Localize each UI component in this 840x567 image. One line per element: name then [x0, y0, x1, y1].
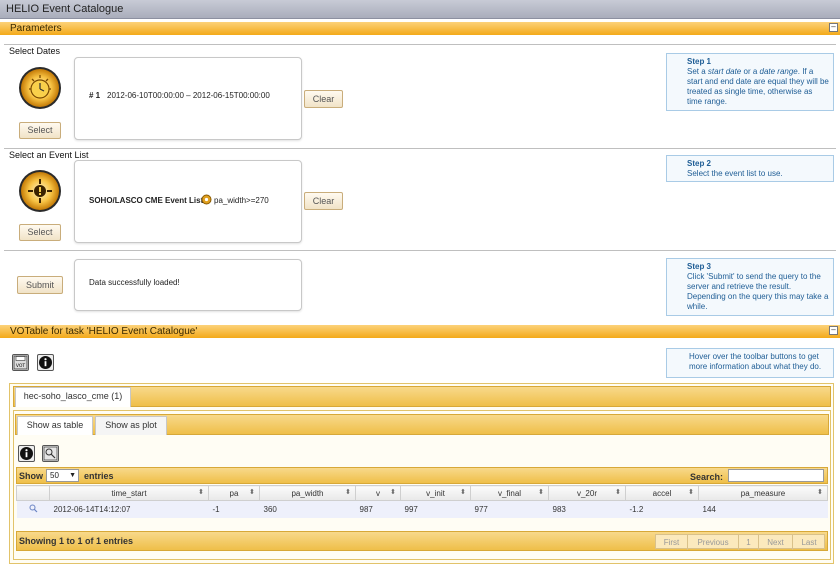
sun-event-icon: [18, 169, 62, 213]
cell-v-final: 977: [470, 500, 549, 518]
info-icon[interactable]: [37, 354, 54, 371]
divider: [4, 250, 836, 251]
cell-v-init: 997: [400, 500, 471, 518]
tab-show-as-plot[interactable]: Show as plot: [95, 416, 167, 435]
pager-next[interactable]: Next: [758, 535, 792, 550]
gear-icon[interactable]: [201, 194, 212, 205]
select-event-list-label: Select an Event List: [9, 150, 89, 160]
cell-v: 987: [355, 500, 401, 518]
cell-time-start: 2012-06-14T14:12:07: [49, 500, 209, 518]
column-header-pa-measure[interactable]: pa_measure ⬍: [698, 485, 828, 501]
clear-dates-button[interactable]: Clear: [304, 90, 343, 108]
event-list-condition: pa_width>=270: [214, 196, 269, 205]
table-info: Showing 1 to 1 of 1 entries: [19, 536, 134, 546]
parameters-section-header[interactable]: Parameters –: [0, 22, 840, 35]
data-table: time_start ⬍ pa ⬍ pa_width ⬍ v ⬍ v_init ⬍ v_f…: [16, 485, 828, 518]
select-dates-label: Select Dates: [9, 46, 61, 56]
entries-label: entries: [84, 471, 114, 481]
table-header-row: time_start ⬍ pa ⬍ pa_width ⬍ v ⬍ v_init ⬍ v_f…: [16, 485, 828, 501]
cell-pa: -1: [208, 500, 260, 518]
toolbar-hint: Hover over the toolbar buttons to get mo…: [666, 348, 834, 378]
cell-v-20r: 983: [548, 500, 626, 518]
column-header-v[interactable]: v ⬍: [355, 485, 401, 501]
entries-per-page-select[interactable]: 50 ▼: [46, 469, 79, 482]
cell-pa-measure: 144: [698, 500, 828, 518]
column-header-accel[interactable]: accel ⬍: [625, 485, 699, 501]
tab-hec-soho-lasco-cme[interactable]: hec-soho_lasco_cme (1): [15, 387, 131, 407]
column-header-action: [16, 485, 50, 501]
status-panel: Data successfully loaded!: [74, 259, 302, 311]
column-select-icon[interactable]: [42, 445, 59, 462]
submit-button[interactable]: Submit: [17, 276, 63, 294]
cell-accel: -1.2: [625, 500, 699, 518]
select-event-list-button[interactable]: Select: [19, 224, 61, 241]
event-list-name: SOHO/LASCO CME Event List: [89, 196, 204, 205]
clock-sun-icon: [18, 66, 62, 110]
vot-save-icon[interactable]: VOT: [12, 354, 29, 371]
date-entry-value: 2012-06-10T00:00:00 – 2012-06-15T00:00:0…: [107, 91, 270, 100]
step-1-help: Step 1 Set a start date or a date range.…: [666, 53, 834, 111]
column-header-pa[interactable]: pa ⬍: [208, 485, 260, 501]
search-input[interactable]: [728, 469, 824, 482]
step-3-title: Step 3: [687, 262, 712, 271]
step-3-help: Step 3 Click 'Submit' to send the query …: [666, 258, 834, 316]
column-header-time-start[interactable]: time_start ⬍: [49, 485, 209, 501]
step-1-title: Step 1: [687, 57, 712, 66]
tab-show-as-table[interactable]: Show as table: [17, 416, 93, 435]
window-title: HELIO Event Catalogue: [0, 0, 840, 19]
parameters-section-title: Parameters: [10, 23, 62, 34]
column-header-pa-width[interactable]: pa_width ⬍: [259, 485, 356, 501]
collapse-icon[interactable]: –: [829, 23, 838, 32]
pager-first[interactable]: First: [656, 535, 687, 550]
show-label: Show: [19, 471, 43, 481]
cell-pa-width: 360: [259, 500, 356, 518]
pager-page-1[interactable]: 1: [738, 535, 758, 550]
select-dates-button[interactable]: Select: [19, 122, 61, 139]
divider: [4, 44, 836, 45]
votable-section-header[interactable]: VOTable for task 'HELIO Event Catalogue'…: [0, 325, 840, 338]
search-label: Search:: [690, 472, 724, 482]
date-entry-number: # 1: [89, 91, 101, 100]
pager-last[interactable]: Last: [792, 535, 825, 550]
info-icon[interactable]: [18, 445, 35, 462]
collapse-icon[interactable]: –: [829, 326, 838, 335]
event-list-panel: SOHO/LASCO CME Event List pa_width>=270: [74, 160, 302, 243]
votable-section-title: VOTable for task 'HELIO Event Catalogue': [10, 326, 198, 337]
pager-previous[interactable]: Previous: [687, 535, 738, 550]
svg-text:VOT: VOT: [16, 363, 26, 369]
step-2-title: Step 2: [687, 159, 712, 168]
magnifier-icon[interactable]: [16, 500, 50, 518]
column-header-v-20r[interactable]: v_20r ⬍: [548, 485, 626, 501]
chevron-down-icon: ▼: [69, 472, 76, 479]
status-message: Data successfully loaded!: [89, 278, 180, 287]
clear-event-list-button[interactable]: Clear: [304, 192, 343, 210]
column-header-v-init[interactable]: v_init ⬍: [400, 485, 471, 501]
date-range-panel: # 1 2012-06-10T00:00:00 – 2012-06-15T00:…: [74, 57, 302, 140]
result-tabbar: [13, 386, 831, 407]
pager: First Previous 1 Next Last: [655, 534, 825, 550]
divider: [4, 148, 836, 149]
step-2-help: Step 2 Select the event list to use.: [666, 155, 834, 182]
table-row[interactable]: 2012-06-14T14:12:07 -1 360 987 997 977 9…: [16, 500, 828, 518]
column-header-v-final[interactable]: v_final ⬍: [470, 485, 549, 501]
